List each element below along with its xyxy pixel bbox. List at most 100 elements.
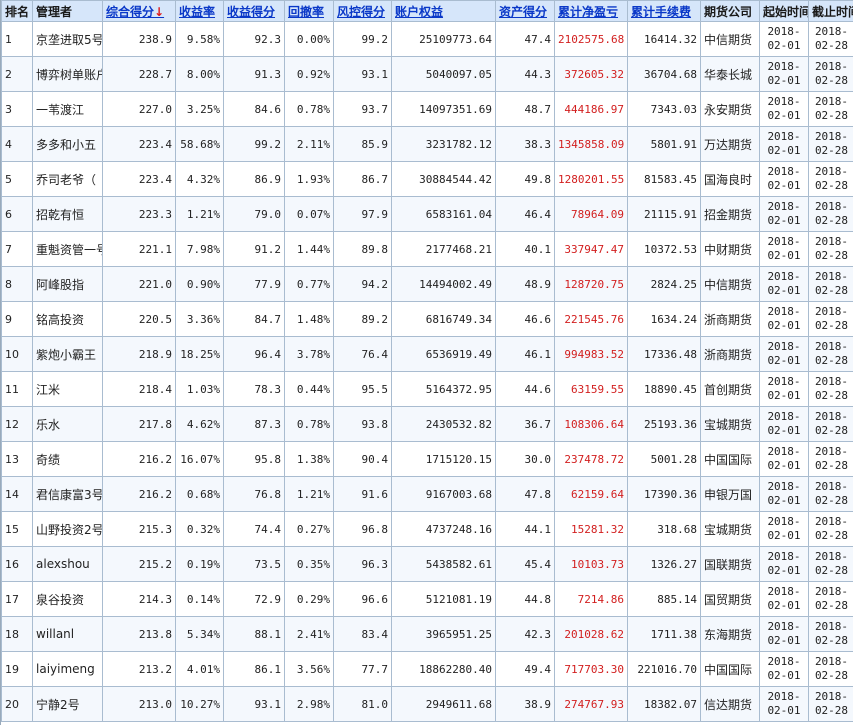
cell-manager[interactable]: 京垄进取5号 [32,21,103,57]
cell-end: 2018-02-28 [808,406,853,442]
header-company: 期货公司 [700,0,760,22]
cell-fees: 17336.48 [627,336,701,372]
cell-net-profit: 62159.64 [554,476,628,512]
cell-start: 2018-02-01 [759,686,809,722]
table-row: 3 一苇渡江 227.0 3.25% 84.6 0.78% 93.7 14097351.69 4… [1,91,853,127]
header-label: 累计净盈亏 [558,4,619,19]
cell-company: 中信期货 [700,21,760,57]
cell-score: 223.3 [102,196,176,232]
cell-drawdown: 3.56% [284,651,334,687]
cell-manager[interactable]: 多多和小五 [32,126,103,162]
header-equity[interactable]: 账户权益 [391,0,496,22]
cell-equity: 2177468.21 [391,231,496,267]
cell-net-profit: 1280201.55 [554,161,628,197]
cell-asset-score: 49.4 [495,651,555,687]
table-body: 1 京垄进取5号 238.9 9.58% 92.3 0.00% 99.2 25109773.6… [1,21,853,722]
cell-start: 2018-02-01 [759,21,809,57]
cell-manager[interactable]: 招乾有恒 [32,196,103,232]
table-row: 17 泉谷投资 214.3 0.14% 72.9 0.29% 96.6 5121081.19 4… [1,581,853,617]
cell-return-score: 84.7 [223,301,285,337]
cell-manager[interactable]: 铭高投资 [32,301,103,337]
cell-net-profit: 7214.86 [554,581,628,617]
cell-asset-score: 45.4 [495,546,555,582]
cell-fees: 2824.25 [627,266,701,302]
cell-risk-score: 76.4 [333,336,392,372]
cell-start: 2018-02-01 [759,511,809,547]
cell-net-profit: 717703.30 [554,651,628,687]
cell-drawdown: 0.44% [284,371,334,407]
cell-end: 2018-02-28 [808,196,853,232]
cell-start: 2018-02-01 [759,91,809,127]
cell-start: 2018-02-01 [759,301,809,337]
cell-return-score: 86.1 [223,651,285,687]
cell-return: 3.25% [175,91,224,127]
cell-manager[interactable]: willanl [32,616,103,652]
header-net-profit[interactable]: 累计净盈亏 [554,0,628,22]
cell-score: 215.2 [102,546,176,582]
header-drawdown[interactable]: 回撤率 [284,0,334,22]
header-row: 排名 管理者 综合得分↓ 收益率 收益得分 回撤率 风控得分 账户权益 资产得分 累计净盈亏 累计手… [1,0,853,22]
cell-score: 228.7 [102,56,176,92]
cell-net-profit: 10103.73 [554,546,628,582]
cell-return: 0.90% [175,266,224,302]
cell-manager[interactable]: 泉谷投资 [32,581,103,617]
header-asset-score[interactable]: 资产得分 [495,0,555,22]
cell-asset-score: 38.9 [495,686,555,722]
cell-score: 238.9 [102,21,176,57]
header-return-score[interactable]: 收益得分 [223,0,285,22]
cell-drawdown: 0.35% [284,546,334,582]
cell-equity: 6583161.04 [391,196,496,232]
cell-equity: 3965951.25 [391,616,496,652]
cell-manager[interactable]: 奇绩 [32,441,103,477]
cell-manager[interactable]: 江米 [32,371,103,407]
table-row: 12 乐水 217.8 4.62% 87.3 0.78% 93.8 2430532.82 36.… [1,406,853,442]
cell-asset-score: 44.1 [495,511,555,547]
cell-fees: 18382.07 [627,686,701,722]
cell-start: 2018-02-01 [759,546,809,582]
cell-rank: 9 [1,301,33,337]
cell-return-score: 91.3 [223,56,285,92]
cell-manager[interactable]: alexshou [32,546,103,582]
cell-drawdown: 0.78% [284,406,334,442]
cell-manager[interactable]: 君信康富3号 [32,476,103,512]
cell-company: 信达期货 [700,686,760,722]
cell-equity: 2949611.68 [391,686,496,722]
cell-equity: 14097351.69 [391,91,496,127]
cell-risk-score: 93.1 [333,56,392,92]
cell-manager[interactable]: 一苇渡江 [32,91,103,127]
cell-risk-score: 97.9 [333,196,392,232]
cell-manager[interactable]: 博弈树单账户 [32,56,103,92]
cell-company: 浙商期货 [700,336,760,372]
header-score[interactable]: 综合得分↓ [102,0,176,22]
cell-manager[interactable]: 紫炮小霸王 [32,336,103,372]
header-rank: 排名 [1,0,33,22]
cell-return: 4.32% [175,161,224,197]
header-manager: 管理者 [32,0,103,22]
header-fees[interactable]: 累计手续费 [627,0,701,22]
header-risk-score[interactable]: 风控得分 [333,0,392,22]
cell-manager[interactable]: 乔司老爷（ [32,161,103,197]
header-label: 累计手续费 [631,4,692,19]
cell-manager[interactable]: 宁静2号 [32,686,103,722]
cell-net-profit: 108306.64 [554,406,628,442]
cell-net-profit: 444186.97 [554,91,628,127]
header-return[interactable]: 收益率 [175,0,224,22]
cell-end: 2018-02-28 [808,266,853,302]
cell-rank: 6 [1,196,33,232]
cell-manager[interactable]: 乐水 [32,406,103,442]
table-row: 4 多多和小五 223.4 58.68% 99.2 2.11% 85.9 3231782.12… [1,126,853,162]
cell-manager[interactable]: 阿峰股指 [32,266,103,302]
cell-manager[interactable]: 重魁资管一号 [32,231,103,267]
cell-manager[interactable]: 山野投资2号 [32,511,103,547]
cell-rank: 12 [1,406,33,442]
cell-start: 2018-02-01 [759,406,809,442]
cell-return: 16.07% [175,441,224,477]
cell-manager[interactable]: laiyimeng [32,651,103,687]
cell-return-score: 84.6 [223,91,285,127]
cell-fees: 10372.53 [627,231,701,267]
cell-start: 2018-02-01 [759,126,809,162]
cell-return: 1.21% [175,196,224,232]
cell-score: 221.1 [102,231,176,267]
cell-return: 0.68% [175,476,224,512]
cell-return: 8.00% [175,56,224,92]
